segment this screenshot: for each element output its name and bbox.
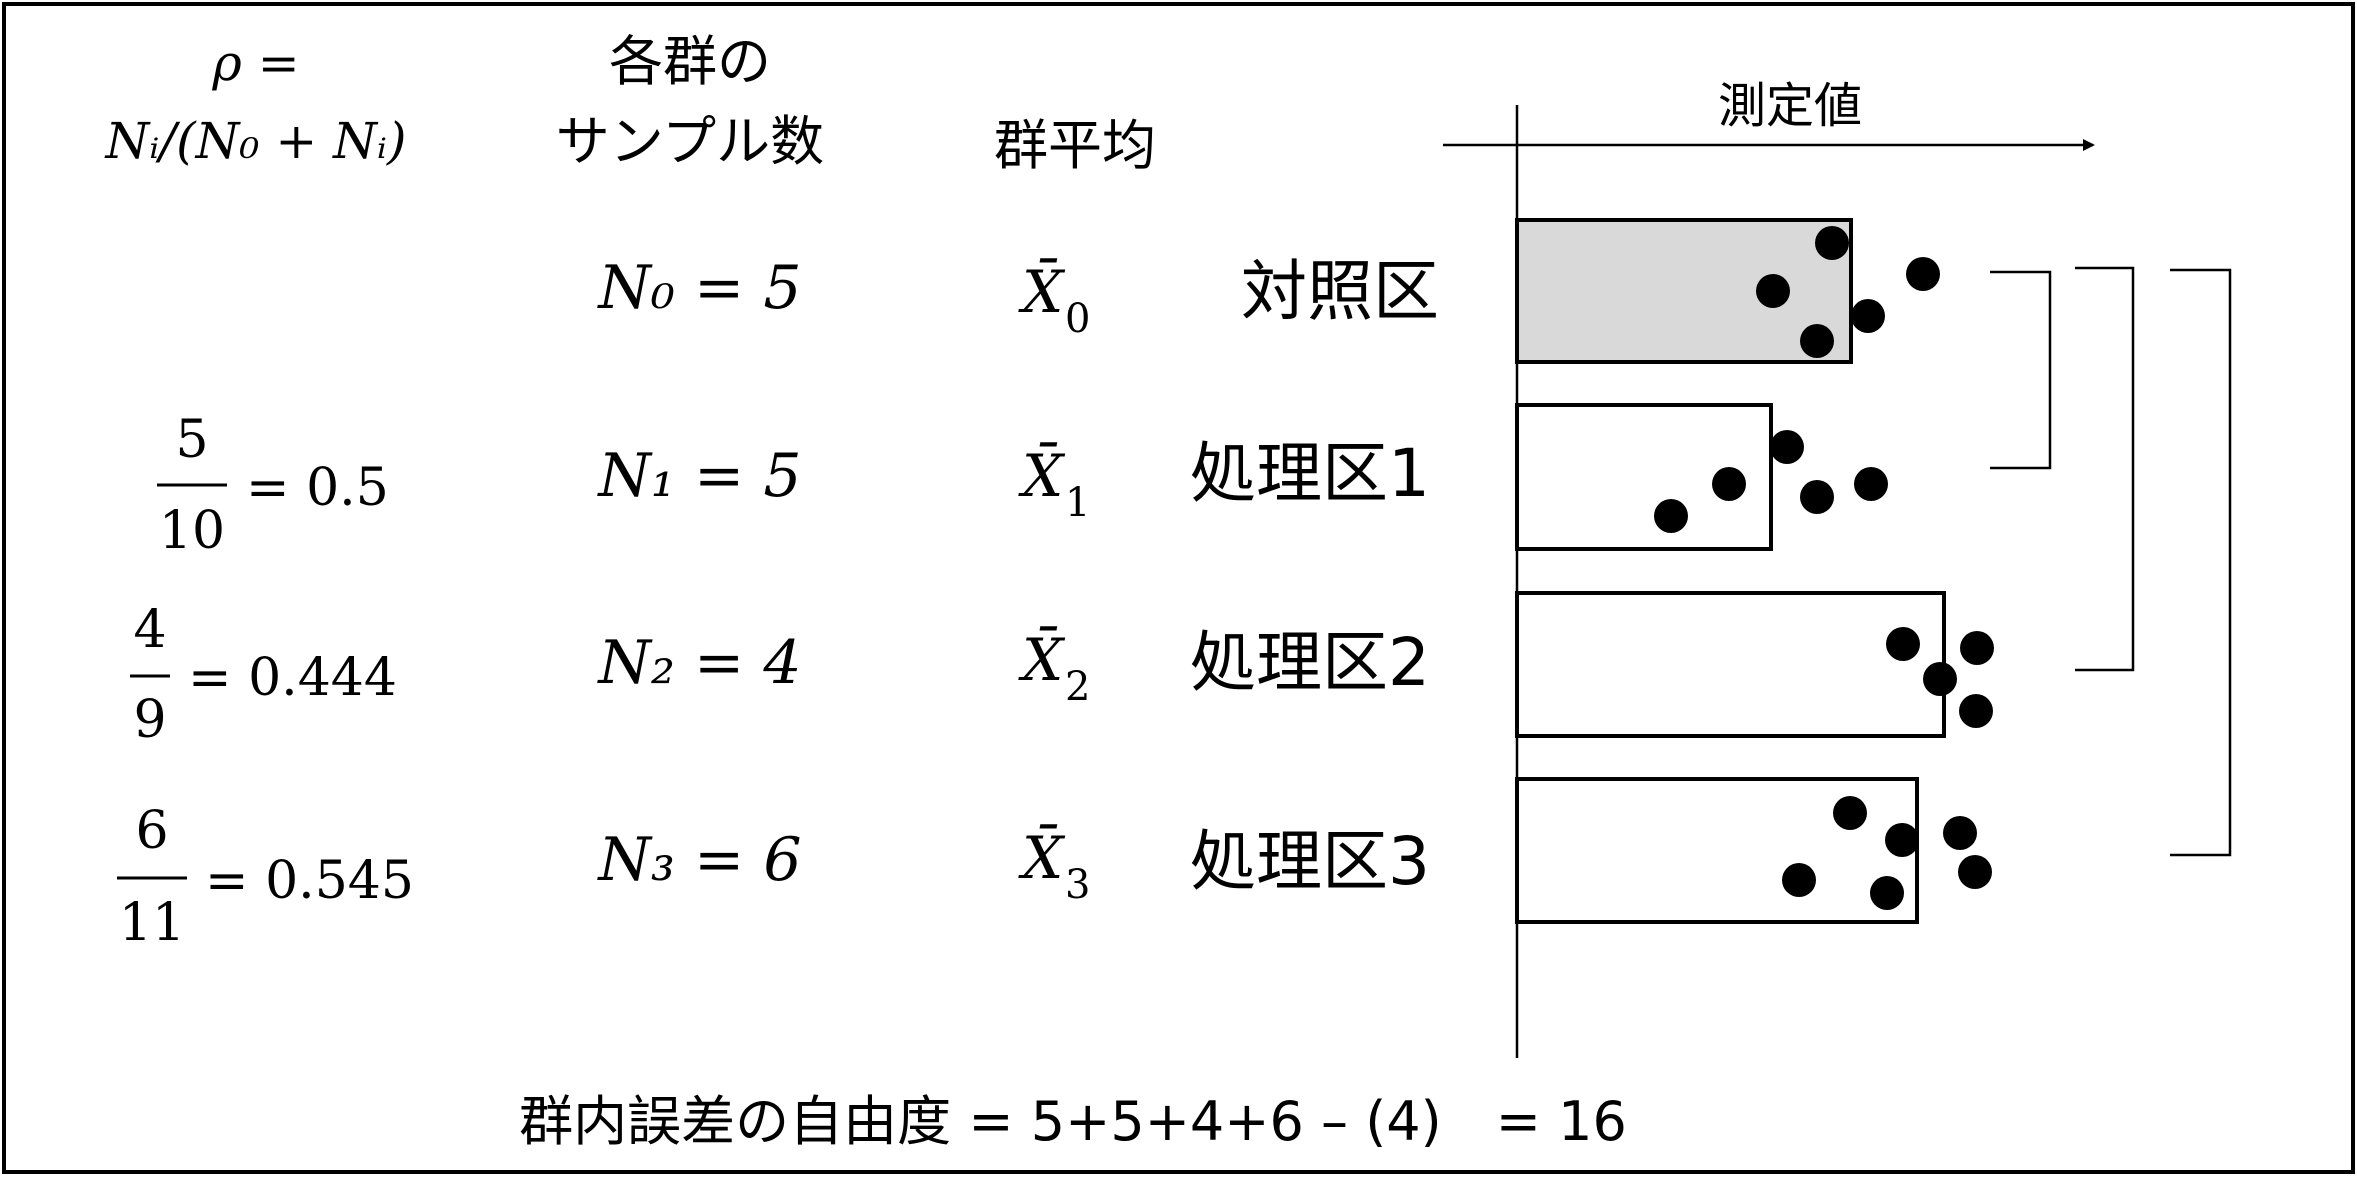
- row-treatment-1: 5 10 = 0.5 N₁ = 5 X̄ 1 処理区1: [157, 403, 1888, 561]
- sample-count-n0: N₀ = 5: [596, 253, 801, 323]
- rho-denominator: 11: [119, 893, 185, 953]
- data-point: [1943, 816, 1977, 850]
- group-mean-header: 群平均: [994, 114, 1156, 177]
- data-point: [1756, 274, 1790, 308]
- bar-treatment-2: [1515, 591, 1946, 738]
- data-point: [1800, 324, 1834, 358]
- data-point: [1923, 662, 1957, 696]
- group-label-treatment-1: 処理区1: [1190, 435, 1430, 512]
- rho-denominator: 10: [159, 501, 225, 561]
- rho-numerator: 5: [175, 410, 208, 470]
- group-label-treatment-3: 処理区3: [1190, 823, 1430, 900]
- group-mean-x1: X̄ 1: [1018, 441, 1090, 526]
- rho-header-line2: Nᵢ/(N₀ + Nᵢ): [105, 112, 407, 170]
- group-label-control: 対照区: [1241, 253, 1439, 330]
- rho-value: = 0.545: [205, 851, 414, 911]
- data-point: [1851, 299, 1885, 333]
- data-point: [1870, 876, 1904, 910]
- axis-label: 測定値: [1718, 78, 1862, 134]
- mean-subscript: 0: [1065, 296, 1090, 342]
- data-point: [1958, 855, 1992, 889]
- mean-subscript: 1: [1065, 480, 1090, 526]
- data-point: [1712, 467, 1746, 501]
- row-treatment-3: 6 11 = 0.545 N₃ = 6 X̄ 3 処理区3: [117, 777, 1992, 953]
- data-point: [1800, 480, 1834, 514]
- comparison-bracket-2: [2075, 266, 2135, 672]
- mean-subscript: 3: [1065, 862, 1090, 908]
- data-point: [1833, 796, 1867, 830]
- data-point: [1854, 467, 1888, 501]
- row-control: N₀ = 5 X̄ 0 対照区: [596, 218, 1940, 364]
- sample-count-header-line2: サンプル数: [556, 110, 824, 173]
- data-point: [1906, 257, 1940, 291]
- data-point: [1815, 226, 1849, 260]
- comparison-bracket-1: [1990, 270, 2052, 470]
- sample-count-n2: N₂ = 4: [596, 628, 801, 698]
- outer-frame: [2, 2, 2355, 1174]
- rho-fraction-2: 4 9 = 0.444: [130, 600, 397, 750]
- group-mean-x3: X̄ 3: [1018, 823, 1090, 908]
- rho-value: = 0.5: [246, 458, 389, 518]
- data-point: [1960, 631, 1994, 665]
- data-point: [1770, 430, 1804, 464]
- row-treatment-2: 4 9 = 0.444 N₂ = 4 X̄ 2 処理区2: [130, 591, 1994, 750]
- group-mean-x2: X̄ 2: [1018, 625, 1090, 710]
- mean-subscript: 2: [1065, 664, 1090, 710]
- data-point: [1654, 499, 1688, 533]
- comparison-bracket-3: [2170, 268, 2232, 857]
- data-point: [1959, 694, 1993, 728]
- rho-numerator: 4: [133, 600, 166, 660]
- data-point: [1885, 823, 1919, 857]
- data-point: [1782, 863, 1816, 897]
- rho-denominator: 9: [133, 690, 166, 750]
- rho-fraction-1: 5 10 = 0.5: [157, 410, 389, 561]
- mean-symbol: X̄: [1018, 441, 1066, 510]
- mean-symbol: X̄: [1018, 823, 1066, 892]
- diagram-canvas: ρ = Nᵢ/(N₀ + Nᵢ) 各群の サンプル数 群平均 測定値 N₀ = …: [2, 2, 2355, 1174]
- rho-fraction-3: 6 11 = 0.545: [117, 801, 414, 953]
- mean-symbol: X̄: [1018, 625, 1066, 694]
- rho-header-line1: ρ =: [211, 34, 299, 92]
- group-mean-x0: X̄ 0: [1018, 257, 1090, 342]
- rho-value: = 0.444: [188, 648, 397, 708]
- group-label-treatment-2: 処理区2: [1190, 624, 1430, 701]
- data-point: [1886, 627, 1920, 661]
- sample-count-header-line1: 各群の: [609, 30, 771, 93]
- sample-count-n1: N₁ = 5: [596, 441, 801, 511]
- sample-count-n3: N₃ = 6: [596, 825, 801, 895]
- mean-symbol: X̄: [1018, 257, 1066, 326]
- rho-numerator: 6: [135, 801, 168, 861]
- degrees-of-freedom-formula: 群内誤差の自由度 = 5+5+4+6 – (4) = 16: [519, 1090, 1627, 1153]
